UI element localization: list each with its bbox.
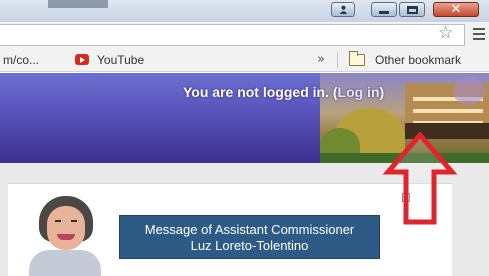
menu-icon[interactable] [473,28,485,43]
message-line-2: Luz Loreto-Tolentino [190,238,309,253]
title-text-area [48,0,108,8]
login-status: You are not logged in. (Log in) [183,84,384,100]
bookmarks-separator [337,52,338,68]
title-bar: ✕ [0,0,489,22]
commissioner-photo [29,196,101,276]
bookmarks-overflow-chevron[interactable]: » [317,52,325,67]
maximize-button[interactable] [399,2,425,17]
folder-icon [349,51,365,66]
message-box[interactable]: Message of Assistant Commissioner Luz Lo… [119,215,380,259]
message-line-1: Message of Assistant Commissioner [144,222,355,237]
browser-window: ✕ ☆ m/co... YouTube » Other bookmark You… [0,0,489,276]
login-status-prefix: You are not logged in. ( [183,84,338,100]
toolbar: ☆ [0,22,489,48]
bookmarks-bar: m/co... YouTube » Other bookmark [0,48,489,72]
star-icon[interactable]: ☆ [438,23,453,43]
login-status-suffix: ) [379,84,385,100]
bookmark-other[interactable]: Other bookmark [375,53,461,67]
minimize-icon [372,3,396,16]
annotation-arrow-icon [382,132,458,225]
bookmark-youtube[interactable]: YouTube [97,53,144,67]
close-icon: ✕ [450,2,462,17]
bookmark-truncated[interactable]: m/co... [3,53,39,67]
login-link[interactable]: Log in [338,84,380,100]
user-button[interactable] [331,2,355,17]
maximize-icon [400,3,424,16]
user-icon [332,3,354,16]
youtube-icon [75,54,89,65]
site-logo [453,77,485,105]
address-bar[interactable] [0,24,465,46]
close-button[interactable]: ✕ [433,2,479,17]
minimize-button[interactable] [371,2,397,17]
